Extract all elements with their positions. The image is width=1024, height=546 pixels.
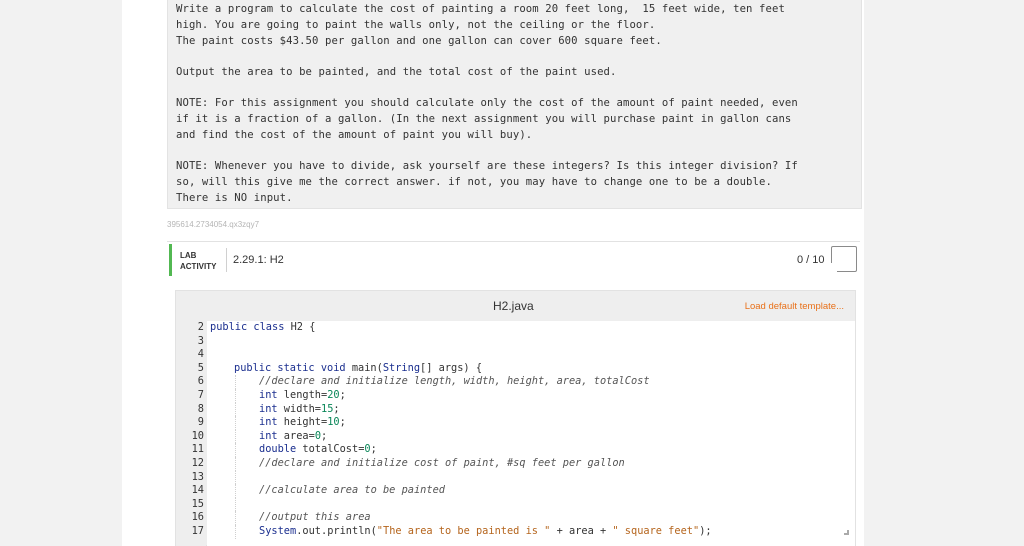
line-number: 13 xyxy=(191,470,204,483)
line-number: 11 xyxy=(191,443,204,456)
lab-title: 2.29.1: H2 xyxy=(233,254,284,266)
instruction-line: so, will this give me the correct answer… xyxy=(176,176,772,188)
activity-id: 395614.2734054.qx3zqy7 xyxy=(167,220,260,229)
lab-tag-line2: ACTIVITY xyxy=(180,262,217,271)
code-line: int width=15; xyxy=(235,402,855,417)
line-number: 17 xyxy=(191,524,204,537)
code-line: System.out.println("The area to be paint… xyxy=(235,524,855,539)
code-line xyxy=(235,497,855,512)
line-number-gutter: 2 3 4 5 6 7 8 9 10 11 12 13 14 15 16 17 xyxy=(176,321,206,546)
lab-tag-line1: LAB xyxy=(180,251,197,260)
code-line: //calculate area to be painted xyxy=(235,484,855,498)
content-page: Write a program to calculate the cost of… xyxy=(122,0,864,546)
code-line: //declare and initialize cost of paint, … xyxy=(235,456,855,471)
instruction-line: Write a program to calculate the cost of… xyxy=(176,3,785,15)
code-line: int length=20; xyxy=(235,388,855,403)
code-text-area[interactable]: public class H2 { public static void mai… xyxy=(207,321,855,546)
lab-accent-bar xyxy=(169,244,172,276)
instruction-line: and find the cost of the amount of paint… xyxy=(176,129,533,141)
code-line xyxy=(235,470,855,485)
lab-header-divider xyxy=(226,248,227,272)
instruction-line: Output the area to be painted, and the t… xyxy=(176,66,617,78)
resize-handle-icon[interactable] xyxy=(844,530,849,535)
line-number: 10 xyxy=(191,429,204,442)
instructions-paragraph-1: Write a program to calculate the cost of… xyxy=(176,1,861,49)
instruction-line: NOTE: For this assignment you should cal… xyxy=(176,97,798,109)
instruction-line: The paint costs $43.50 per gallon and on… xyxy=(176,35,662,47)
code-editor-panel: H2.java Load default template... 2 3 4 5… xyxy=(175,290,856,546)
code-line: int height=10; xyxy=(235,416,855,430)
line-number: 5 xyxy=(197,361,204,374)
completion-checkbox-icon xyxy=(827,246,857,274)
line-number: 3 xyxy=(197,334,204,347)
lab-activity-header: LAB ACTIVITY 2.29.1: H2 0 / 10 xyxy=(167,241,860,277)
line-number: 7 xyxy=(197,388,204,401)
line-number: 2 xyxy=(197,321,204,333)
instructions-box: Write a program to calculate the cost of… xyxy=(167,0,862,209)
code-line: double totalCost=0; xyxy=(235,443,855,457)
score-text: 0 / 10 xyxy=(797,254,825,266)
load-default-template-link[interactable]: Load default template... xyxy=(745,301,844,312)
code-line: public static void main(String[] args) { xyxy=(234,361,483,374)
line-number: 14 xyxy=(191,484,204,497)
instructions-paragraph-2: Output the area to be painted, and the t… xyxy=(176,64,861,80)
instruction-line: There is NO input. xyxy=(176,192,293,204)
code-editor[interactable]: 2 3 4 5 6 7 8 9 10 11 12 13 14 15 16 17 … xyxy=(176,321,855,546)
instruction-line: NOTE: Whenever you have to divide, ask y… xyxy=(176,160,798,172)
editor-filename: H2.java xyxy=(493,299,534,313)
code-line: int area=0; xyxy=(235,429,855,444)
line-number: 12 xyxy=(191,456,204,469)
line-number: 15 xyxy=(191,497,204,510)
line-number: 4 xyxy=(197,348,204,361)
line-number: 8 xyxy=(197,402,204,415)
page-background-right xyxy=(864,0,1024,546)
line-number: 9 xyxy=(197,416,204,429)
line-number: 6 xyxy=(197,375,204,388)
code-line: //declare and initialize length, width, … xyxy=(235,375,855,389)
line-number: 16 xyxy=(191,511,204,524)
code-line: //output this area xyxy=(235,511,855,525)
lab-activity-tag: LAB ACTIVITY xyxy=(180,250,216,272)
instruction-line: high. You are going to paint the walls o… xyxy=(176,19,656,31)
instructions-paragraph-4: NOTE: Whenever you have to divide, ask y… xyxy=(176,158,861,206)
instructions-paragraph-3: NOTE: For this assignment you should cal… xyxy=(176,95,861,143)
instruction-line: if it is a fraction of a gallon. (In the… xyxy=(176,113,792,125)
code-line: public class H2 { xyxy=(210,321,316,333)
